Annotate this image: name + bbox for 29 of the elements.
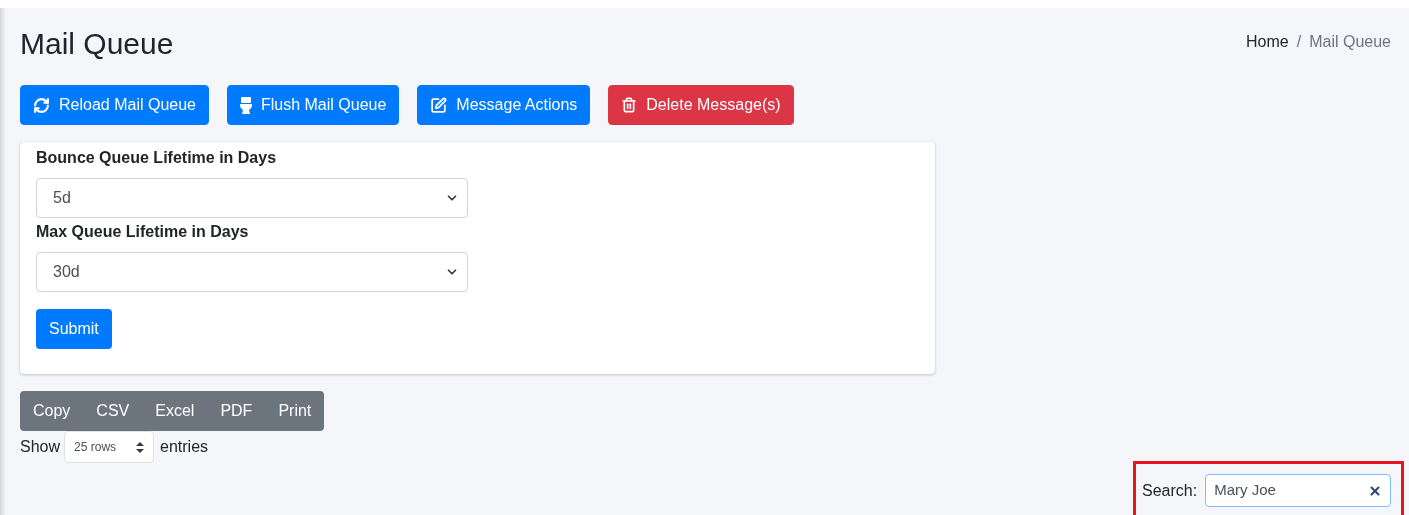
toilet-icon: [239, 96, 252, 114]
edit-icon: [430, 96, 448, 114]
breadcrumb-current: Mail Queue: [1309, 32, 1391, 52]
search-label: Search:: [1142, 480, 1198, 501]
action-button[interactable]: Flush Mail Queue: [226, 85, 400, 125]
show-label: Show: [20, 437, 61, 457]
export-button[interactable]: PDF: [207, 391, 266, 431]
rows-select[interactable]: 25 rows: [64, 431, 155, 463]
export-button[interactable]: Copy: [20, 391, 84, 431]
breadcrumb-separator: /: [1296, 32, 1302, 52]
export-button[interactable]: Print: [265, 391, 325, 431]
page-title: Mail Queue: [20, 26, 174, 62]
trash-icon: [621, 97, 638, 113]
export-button[interactable]: CSV: [83, 391, 143, 431]
select-field[interactable]: 5d: [36, 178, 468, 218]
sort-caret-icon: [136, 441, 145, 453]
clear-icon[interactable]: [1368, 483, 1383, 498]
select-field[interactable]: 30d: [36, 252, 468, 292]
search-field[interactable]: Mary Joe: [1205, 474, 1392, 507]
entries-label: entries: [160, 437, 209, 457]
field-label: Max Queue Lifetime in Days: [36, 222, 250, 242]
action-button[interactable]: Message Actions: [417, 85, 591, 125]
action-button[interactable]: Delete Message(s): [608, 85, 794, 125]
submit-button[interactable]: Submit: [36, 309, 112, 349]
field-label: Bounce Queue Lifetime in Days: [36, 148, 278, 168]
export-button[interactable]: Excel: [142, 391, 208, 431]
breadcrumb-link[interactable]: Home: [1246, 30, 1289, 54]
action-button[interactable]: Reload Mail Queue: [20, 85, 209, 125]
refresh-icon: [33, 96, 50, 114]
